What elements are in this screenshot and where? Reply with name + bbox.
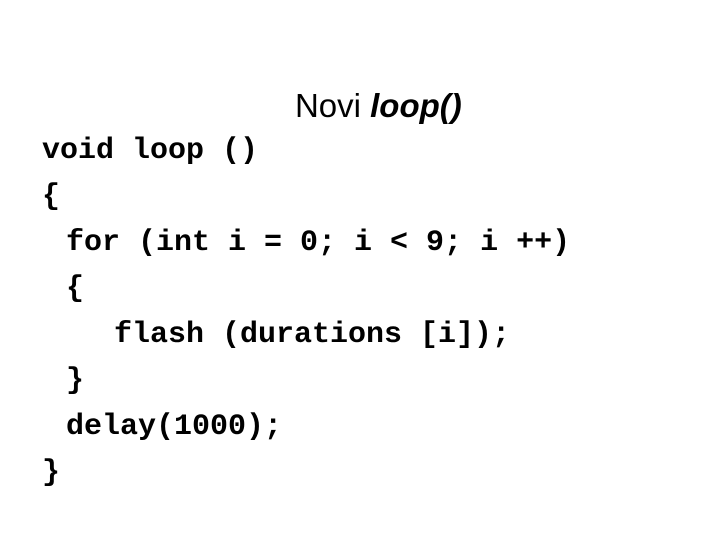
code-line: } <box>66 364 85 398</box>
code-line: flash (durations [i]); <box>114 318 511 352</box>
code-line: void loop () <box>42 134 259 168</box>
code-line: } <box>42 456 61 490</box>
code-block: void loop () { for (int i = 0; i < 9; i … <box>42 128 682 496</box>
code-line: { <box>42 180 61 214</box>
page-title-plain: Novi <box>294 87 371 124</box>
code-line: delay(1000); <box>66 410 283 444</box>
code-line: for (int i = 0; i < 9; i ++) <box>66 226 571 260</box>
page-title-emphasis: loop() <box>370 87 462 124</box>
slide: Novi loop() void loop () { for (int i = … <box>0 0 720 540</box>
code-line: { <box>66 272 85 306</box>
